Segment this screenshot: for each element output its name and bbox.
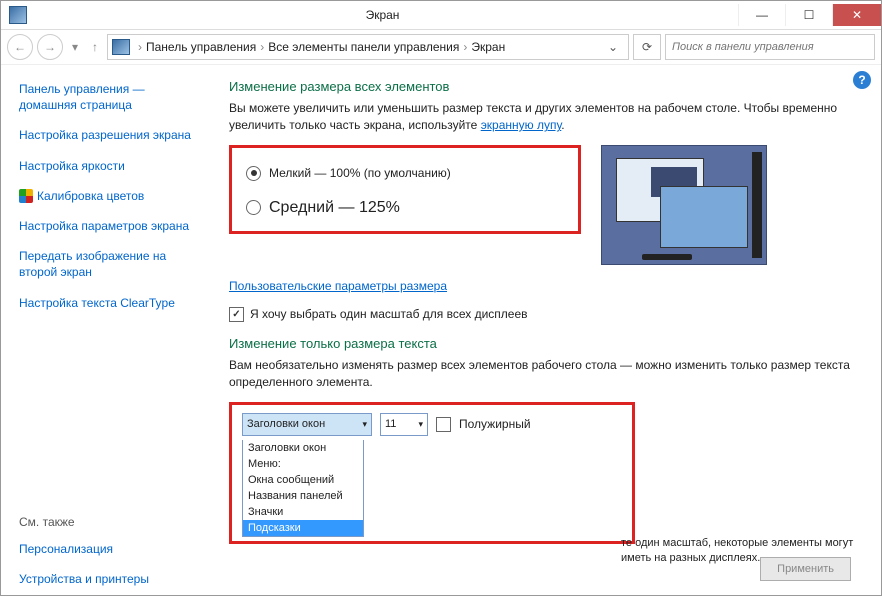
sidebar-params[interactable]: Настройка параметров экрана: [19, 218, 201, 234]
heading-text-size: Изменение только размера текста: [229, 336, 859, 351]
breadcrumb-dropdown[interactable]: ⌄: [602, 40, 624, 54]
fontsize-select[interactable]: 11▾: [380, 413, 428, 436]
element-select[interactable]: Заголовки окон▾: [242, 413, 372, 436]
control-panel-icon: [112, 39, 130, 55]
close-button[interactable]: ✕: [832, 4, 881, 26]
chevron-down-icon: ▾: [362, 419, 367, 430]
radio-medium-label: Средний — 125%: [269, 199, 400, 217]
sidebar-home[interactable]: Панель управления —домашняя страница: [19, 81, 201, 113]
chevron-right-icon: ›: [461, 40, 469, 54]
text-size-paragraph: Вам необязательно изменять размер всех э…: [229, 357, 859, 392]
refresh-button[interactable]: ⟳: [633, 34, 661, 60]
sidebar-resolution[interactable]: Настройка разрешения экрана: [19, 127, 201, 143]
heading-resize-all: Изменение размера всех элементов: [229, 79, 859, 94]
option-titles[interactable]: Заголовки окон: [243, 440, 363, 456]
back-button[interactable]: ←: [7, 34, 33, 60]
up-button[interactable]: ↑: [87, 35, 103, 59]
sidebar-personalization[interactable]: Персонализация: [19, 541, 201, 557]
chevron-right-icon: ›: [136, 40, 144, 54]
monitor-illustration: [601, 145, 767, 265]
bold-checkbox[interactable]: [436, 417, 451, 432]
breadcrumb-root[interactable]: Панель управления: [146, 40, 256, 54]
chevron-down-icon: ▾: [418, 419, 423, 430]
radio-medium[interactable]: [246, 200, 261, 215]
intro-paragraph: Вы можете увеличить или уменьшить размер…: [229, 100, 859, 135]
window-title: Экран: [27, 8, 738, 22]
element-dropdown-list: Заголовки окон Меню: Окна сообщений Назв…: [242, 440, 364, 537]
magnifier-link[interactable]: экранную лупу: [481, 118, 562, 132]
option-menu[interactable]: Меню:: [243, 456, 363, 472]
help-icon[interactable]: ?: [853, 71, 871, 89]
breadcrumb[interactable]: › Панель управления › Все элементы панел…: [107, 34, 629, 60]
history-dropdown[interactable]: ▾: [67, 35, 83, 59]
shield-icon: [19, 189, 33, 203]
chevron-right-icon: ›: [258, 40, 266, 54]
sidebar-devices[interactable]: Устройства и принтеры: [19, 571, 201, 587]
maximize-button[interactable]: ☐: [785, 4, 832, 26]
sidebar-calibrate[interactable]: Калибровка цветов: [19, 188, 201, 204]
apply-button[interactable]: Применить: [760, 557, 851, 581]
option-msgbox[interactable]: Окна сообщений: [243, 472, 363, 488]
single-scale-checkbox[interactable]: [229, 307, 244, 322]
forward-button[interactable]: →: [37, 34, 63, 60]
main-panel: ? Изменение размера всех элементов Вы мо…: [211, 65, 881, 597]
minimize-button[interactable]: —: [738, 4, 785, 26]
option-icons[interactable]: Значки: [243, 504, 363, 520]
text-element-group: Заголовки окон▾ 11▾ Полужирный Заголовки…: [229, 402, 635, 544]
sidebar-project[interactable]: Передать изображение на второй экран: [19, 248, 201, 280]
breadcrumb-all[interactable]: Все элементы панели управления: [268, 40, 459, 54]
navbar: ← → ▾ ↑ › Панель управления › Все элемен…: [1, 30, 881, 65]
titlebar: Экран — ☐ ✕: [1, 1, 881, 30]
bold-label: Полужирный: [459, 417, 531, 431]
option-panels[interactable]: Названия панелей: [243, 488, 363, 504]
option-tooltips[interactable]: Подсказки: [243, 520, 363, 536]
app-icon: [9, 6, 27, 24]
search-input[interactable]: [665, 34, 875, 60]
breadcrumb-leaf[interactable]: Экран: [471, 40, 505, 54]
sidebar: Панель управления —домашняя страница Нас…: [1, 65, 211, 597]
scale-options-group: Мелкий — 100% (по умолчанию) Средний — 1…: [229, 145, 581, 234]
single-scale-label: Я хочу выбрать один масштаб для всех дис…: [250, 307, 528, 321]
sidebar-brightness[interactable]: Настройка яркости: [19, 158, 201, 174]
see-also-label: См. также: [19, 515, 201, 529]
custom-size-link[interactable]: Пользовательские параметры размера: [229, 279, 859, 293]
radio-small-label: Мелкий — 100% (по умолчанию): [269, 166, 451, 180]
sidebar-cleartype[interactable]: Настройка текста ClearType: [19, 295, 201, 311]
radio-small[interactable]: [246, 166, 261, 181]
